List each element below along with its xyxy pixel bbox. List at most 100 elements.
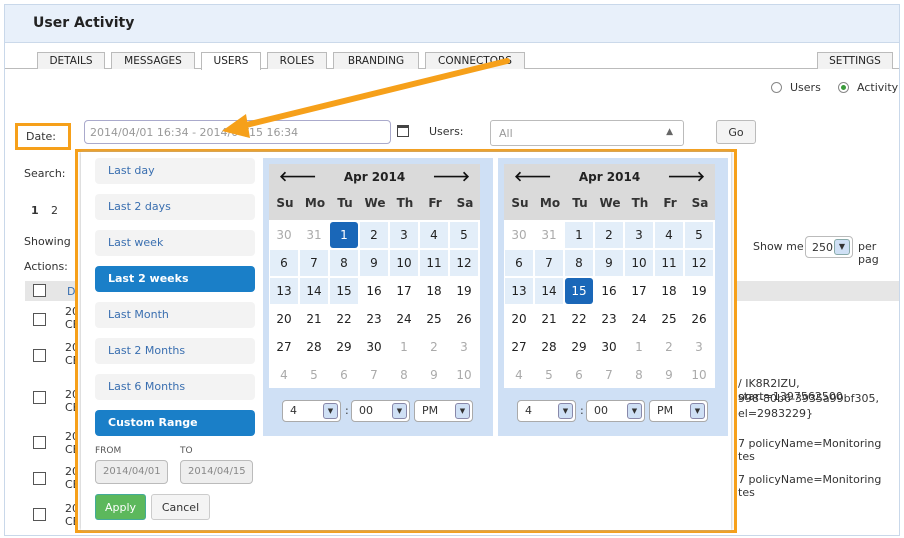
- calendar-day[interactable]: 23: [360, 306, 388, 332]
- row-checkbox[interactable]: [33, 508, 46, 521]
- range-last-week[interactable]: Last week: [95, 230, 255, 256]
- radio-users[interactable]: Users: [771, 81, 821, 94]
- page-size-select[interactable]: 250 ▼: [805, 236, 853, 258]
- end-hour-select[interactable]: 4 ▼: [517, 400, 576, 422]
- start-ampm-select[interactable]: PM ▼: [414, 400, 473, 422]
- end-ampm-select[interactable]: PM ▼: [649, 400, 708, 422]
- calendar-day[interactable]: 1: [390, 334, 418, 360]
- select-all-checkbox[interactable]: [33, 284, 46, 297]
- start-hour-select[interactable]: 4 ▼: [282, 400, 341, 422]
- to-date-input[interactable]: 2014/04/15: [180, 460, 253, 484]
- calendar-day[interactable]: 2: [420, 334, 448, 360]
- calendar-day[interactable]: 16: [595, 278, 623, 304]
- calendar-day[interactable]: 17: [625, 278, 653, 304]
- calendar-day[interactable]: 1: [625, 334, 653, 360]
- date-range-input[interactable]: 2014/04/01 16:34 - 2014/04/15 16:34: [84, 120, 391, 144]
- calendar-day[interactable]: 9: [360, 250, 388, 276]
- calendar-day[interactable]: 7: [535, 250, 563, 276]
- calendar-day[interactable]: 3: [390, 222, 418, 248]
- cancel-button[interactable]: Cancel: [151, 494, 210, 520]
- calendar-day[interactable]: 30: [270, 222, 298, 248]
- calendar-day[interactable]: 21: [300, 306, 328, 332]
- calendar-day[interactable]: 14: [535, 278, 563, 304]
- calendar-day[interactable]: 30: [360, 334, 388, 360]
- apply-button[interactable]: Apply: [95, 494, 146, 520]
- row-checkbox[interactable]: [33, 436, 46, 449]
- calendar-day[interactable]: 18: [420, 278, 448, 304]
- radio-activity-circle[interactable]: [838, 82, 849, 93]
- start-minute-select[interactable]: 00 ▼: [351, 400, 410, 422]
- calendar-day[interactable]: 8: [390, 362, 418, 388]
- calendar-day[interactable]: 10: [450, 362, 478, 388]
- calendar-day[interactable]: 2: [360, 222, 388, 248]
- go-button[interactable]: Go: [716, 120, 756, 144]
- calendar-day[interactable]: 6: [565, 362, 593, 388]
- calendar-day[interactable]: 13: [505, 278, 533, 304]
- tab-details[interactable]: DETAILS: [37, 52, 105, 69]
- range-last-2-weeks[interactable]: Last 2 weeks: [95, 266, 255, 292]
- calendar-day[interactable]: 3: [685, 334, 713, 360]
- row-checkbox[interactable]: [33, 313, 46, 326]
- calendar-day[interactable]: 4: [270, 362, 298, 388]
- from-date-input[interactable]: 2014/04/01: [95, 460, 168, 484]
- calendar-day[interactable]: 5: [685, 222, 713, 248]
- row-checkbox[interactable]: [33, 391, 46, 404]
- calendar-day[interactable]: 6: [330, 362, 358, 388]
- calendar-day[interactable]: 1: [565, 222, 593, 248]
- calendar-day[interactable]: 26: [450, 306, 478, 332]
- range-last-month[interactable]: Last Month: [95, 302, 255, 328]
- calendar-day[interactable]: 31: [535, 222, 563, 248]
- calendar-day[interactable]: 17: [390, 278, 418, 304]
- calendar-day[interactable]: 25: [655, 306, 683, 332]
- calendar-day[interactable]: 3: [625, 222, 653, 248]
- calendar-day[interactable]: 31: [300, 222, 328, 248]
- calendar-day[interactable]: 11: [420, 250, 448, 276]
- calendar-day[interactable]: 30: [595, 334, 623, 360]
- tab-branding[interactable]: BRANDING: [333, 52, 419, 69]
- calendar-day[interactable]: 28: [300, 334, 328, 360]
- calendar-day[interactable]: 4: [655, 222, 683, 248]
- calendar-day[interactable]: 23: [595, 306, 623, 332]
- calendar-day[interactable]: 2: [595, 222, 623, 248]
- calendar-icon[interactable]: [397, 125, 409, 137]
- calendar-day[interactable]: 10: [390, 250, 418, 276]
- calendar-day[interactable]: 5: [450, 222, 478, 248]
- calendar-day[interactable]: 27: [505, 334, 533, 360]
- calendar-day[interactable]: 30: [505, 222, 533, 248]
- calendar-day[interactable]: 3: [450, 334, 478, 360]
- calendar-day[interactable]: 10: [685, 362, 713, 388]
- calendar-day[interactable]: 28: [535, 334, 563, 360]
- page-link-2[interactable]: 2: [51, 204, 58, 217]
- tab-connectors[interactable]: CONNECTORS: [425, 52, 525, 69]
- calendar-day[interactable]: 4: [505, 362, 533, 388]
- calendar-day[interactable]: 20: [270, 306, 298, 332]
- calendar-day[interactable]: 9: [420, 362, 448, 388]
- calendar-day[interactable]: 15: [565, 278, 593, 304]
- calendar-day[interactable]: 1: [330, 222, 358, 248]
- calendar-day[interactable]: 7: [300, 250, 328, 276]
- calendar-day[interactable]: 27: [270, 334, 298, 360]
- calendar-day[interactable]: 25: [420, 306, 448, 332]
- row-checkbox[interactable]: [33, 349, 46, 362]
- calendar-day[interactable]: 15: [330, 278, 358, 304]
- range-custom[interactable]: Custom Range: [95, 410, 255, 436]
- tab-users[interactable]: USERS: [201, 52, 261, 70]
- calendar-day[interactable]: 12: [450, 250, 478, 276]
- calendar-day[interactable]: 26: [685, 306, 713, 332]
- calendar-day[interactable]: 5: [535, 362, 563, 388]
- calendar-day[interactable]: 13: [270, 278, 298, 304]
- calendar-day[interactable]: 29: [330, 334, 358, 360]
- calendar-day[interactable]: 21: [535, 306, 563, 332]
- range-last-6-months[interactable]: Last 6 Months: [95, 374, 255, 400]
- page-link-1[interactable]: 1: [31, 204, 39, 217]
- calendar-day[interactable]: 24: [625, 306, 653, 332]
- calendar-day[interactable]: 6: [270, 250, 298, 276]
- calendar-day[interactable]: 5: [300, 362, 328, 388]
- calendar-day[interactable]: 29: [565, 334, 593, 360]
- calendar-day[interactable]: 11: [655, 250, 683, 276]
- calendar-day[interactable]: 9: [655, 362, 683, 388]
- end-minute-select[interactable]: 00 ▼: [586, 400, 645, 422]
- calendar-day[interactable]: 20: [505, 306, 533, 332]
- calendar-day[interactable]: 14: [300, 278, 328, 304]
- row-checkbox[interactable]: [33, 472, 46, 485]
